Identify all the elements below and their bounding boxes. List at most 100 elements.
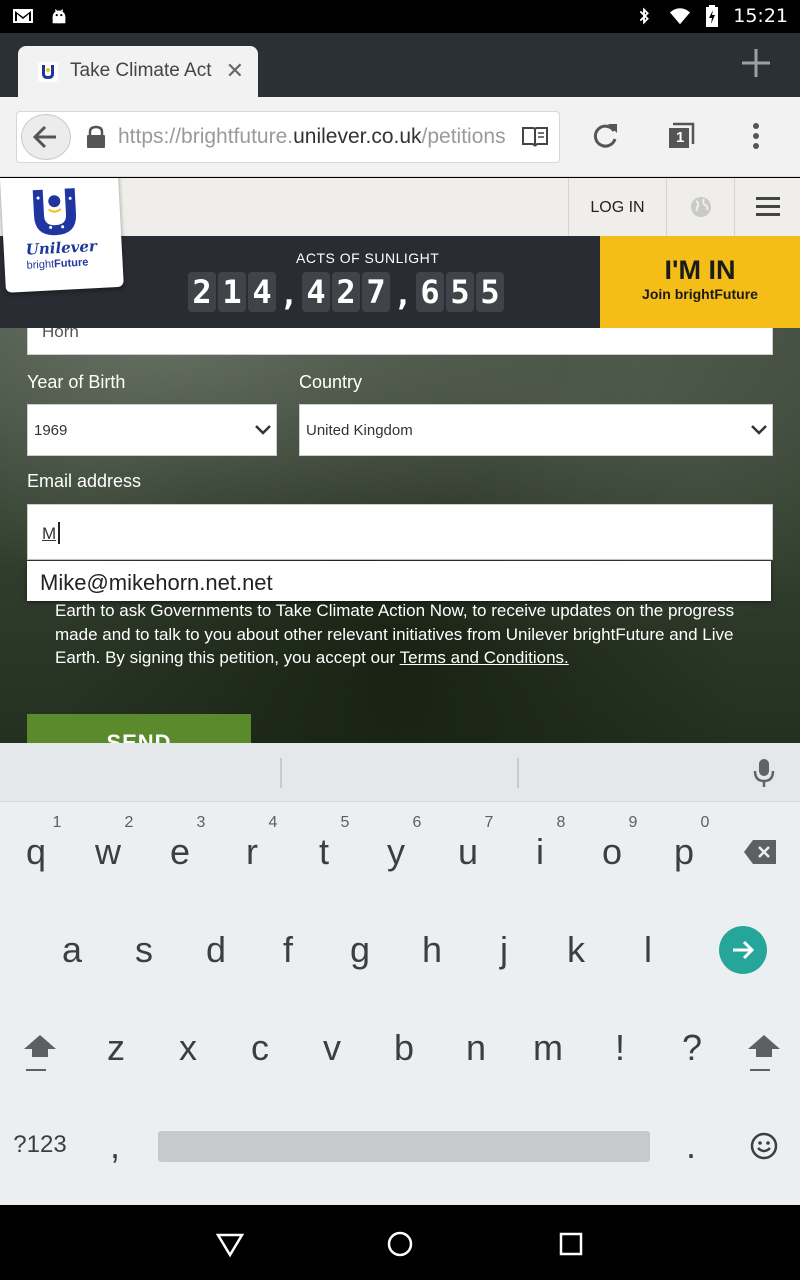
period-key[interactable]: . — [676, 1125, 706, 1167]
shift-icon[interactable] — [747, 1033, 781, 1073]
counter-digit: 5 — [476, 272, 504, 312]
key-l[interactable]: l — [628, 929, 668, 971]
tab-switcher-button[interactable]: 1 — [666, 121, 696, 151]
email-label: Email address — [27, 471, 142, 491]
overflow-menu-icon[interactable] — [746, 121, 766, 151]
unilever-logo[interactable]: Unilever brightFuture — [0, 178, 124, 293]
key-j[interactable]: j — [484, 929, 524, 971]
key-d[interactable]: d — [196, 929, 236, 971]
key-hint: 9 — [628, 814, 638, 831]
arrow-right-icon — [733, 940, 755, 960]
last-name-field[interactable]: Horn — [27, 328, 773, 355]
reader-mode-icon[interactable] — [521, 124, 549, 150]
key-e[interactable]: e — [160, 831, 200, 873]
key-h[interactable]: h — [412, 929, 452, 971]
key-hint: 2 — [124, 814, 134, 831]
back-button[interactable] — [21, 114, 71, 160]
key-g[interactable]: g — [340, 929, 380, 971]
reload-icon[interactable] — [590, 121, 620, 151]
key-u[interactable]: u — [448, 831, 488, 873]
key-k[interactable]: k — [556, 929, 596, 971]
key-x[interactable]: x — [168, 1027, 208, 1069]
key-hint: 4 — [268, 814, 278, 831]
login-button[interactable]: LOG IN — [568, 178, 666, 236]
year-of-birth-value: 1969 — [34, 422, 68, 439]
microphone-icon[interactable] — [753, 758, 775, 788]
key-c[interactable]: c — [240, 1027, 280, 1069]
year-of-birth-select[interactable]: 1969 — [27, 404, 277, 456]
globe-icon — [691, 197, 711, 217]
key-hint: 6 — [412, 814, 422, 831]
counter-digit: 4 — [248, 272, 276, 312]
key-question[interactable]: ? — [672, 1027, 712, 1069]
comma-key[interactable]: , — [100, 1125, 130, 1167]
email-value: M — [42, 524, 57, 543]
key-t[interactable]: t — [304, 831, 344, 873]
autofill-suggestion-text: Mike@mikehorn.net.net — [40, 570, 273, 595]
counter-digit: 2 — [332, 272, 360, 312]
url-host: unilever.co.uk — [293, 125, 422, 148]
home-circle-icon[interactable] — [385, 1229, 415, 1259]
country-select[interactable]: United Kingdom — [299, 404, 773, 456]
recents-square-icon[interactable] — [556, 1229, 586, 1259]
im-in-button[interactable]: I'M IN Join brightFuture — [600, 236, 800, 328]
key-exclamation[interactable]: ! — [600, 1027, 640, 1069]
navigation-bar — [0, 1205, 800, 1280]
lock-icon — [87, 125, 105, 148]
key-o[interactable]: o — [592, 831, 632, 873]
send-button[interactable]: SEND — [27, 714, 251, 743]
new-tab-icon[interactable] — [738, 45, 774, 81]
key-y[interactable]: y — [376, 831, 416, 873]
autofill-suggestion[interactable]: Mike@mikehorn.net.net — [27, 561, 771, 601]
close-tab-icon[interactable]: ✕ — [226, 58, 244, 84]
email-field[interactable]: M — [27, 504, 773, 560]
key-p[interactable]: p — [664, 831, 704, 873]
counter-separator: , — [279, 275, 299, 313]
terms-link[interactable]: Terms and Conditions. — [400, 648, 569, 667]
key-hint: 7 — [484, 814, 494, 831]
site-menu-button[interactable] — [734, 178, 800, 236]
key-n[interactable]: n — [456, 1027, 496, 1069]
chevron-down-icon — [255, 425, 271, 435]
key-b[interactable]: b — [384, 1027, 424, 1069]
url-text: https://brightfuture.unilever.co.uk/peti… — [118, 125, 508, 149]
key-v[interactable]: v — [312, 1027, 352, 1069]
key-hint: 1 — [52, 814, 62, 831]
key-m[interactable]: m — [528, 1027, 568, 1069]
browser-toolbar: https://brightfuture.unilever.co.uk/peti… — [0, 97, 800, 177]
key-s[interactable]: s — [124, 929, 164, 971]
spacebar[interactable] — [158, 1131, 650, 1162]
counter-digit: 6 — [416, 272, 444, 312]
key-f[interactable]: f — [268, 929, 308, 971]
backspace-icon[interactable] — [743, 839, 777, 865]
gmail-icon — [13, 9, 33, 23]
key-q[interactable]: q — [16, 831, 56, 873]
suggestion-divider — [517, 758, 519, 788]
key-r[interactable]: r — [232, 831, 272, 873]
text-caret — [58, 522, 60, 544]
browser-tab[interactable]: Take Climate Act ✕ — [18, 46, 258, 97]
url-bar[interactable]: https://brightfuture.unilever.co.uk/peti… — [16, 111, 560, 163]
bluetooth-icon — [639, 7, 650, 25]
counter-separator: , — [393, 275, 413, 313]
counter-digit: 2 — [188, 272, 216, 312]
tab-strip: Take Climate Act ✕ — [0, 33, 800, 97]
key-i[interactable]: i — [520, 831, 560, 873]
emoji-icon[interactable] — [750, 1132, 778, 1160]
country-label: Country — [299, 372, 363, 392]
logo-sub-light: bright — [26, 258, 55, 272]
suggestion-strip — [0, 743, 800, 802]
back-triangle-icon[interactable] — [215, 1229, 245, 1259]
key-w[interactable]: w — [88, 831, 128, 873]
symbols-key[interactable]: ?123 — [8, 1131, 72, 1159]
language-button[interactable] — [666, 178, 734, 236]
enter-key[interactable] — [719, 926, 767, 974]
shift-icon[interactable] — [23, 1033, 57, 1073]
key-z[interactable]: z — [96, 1027, 136, 1069]
counter-digit: 4 — [302, 272, 330, 312]
year-of-birth-label: Year of Birth — [27, 372, 126, 392]
logo-subtitle: brightFuture — [26, 257, 88, 272]
url-path: /petitions — [421, 125, 506, 148]
key-a[interactable]: a — [52, 929, 92, 971]
consent-text: Earth to ask Governments to Take Climate… — [55, 599, 755, 670]
